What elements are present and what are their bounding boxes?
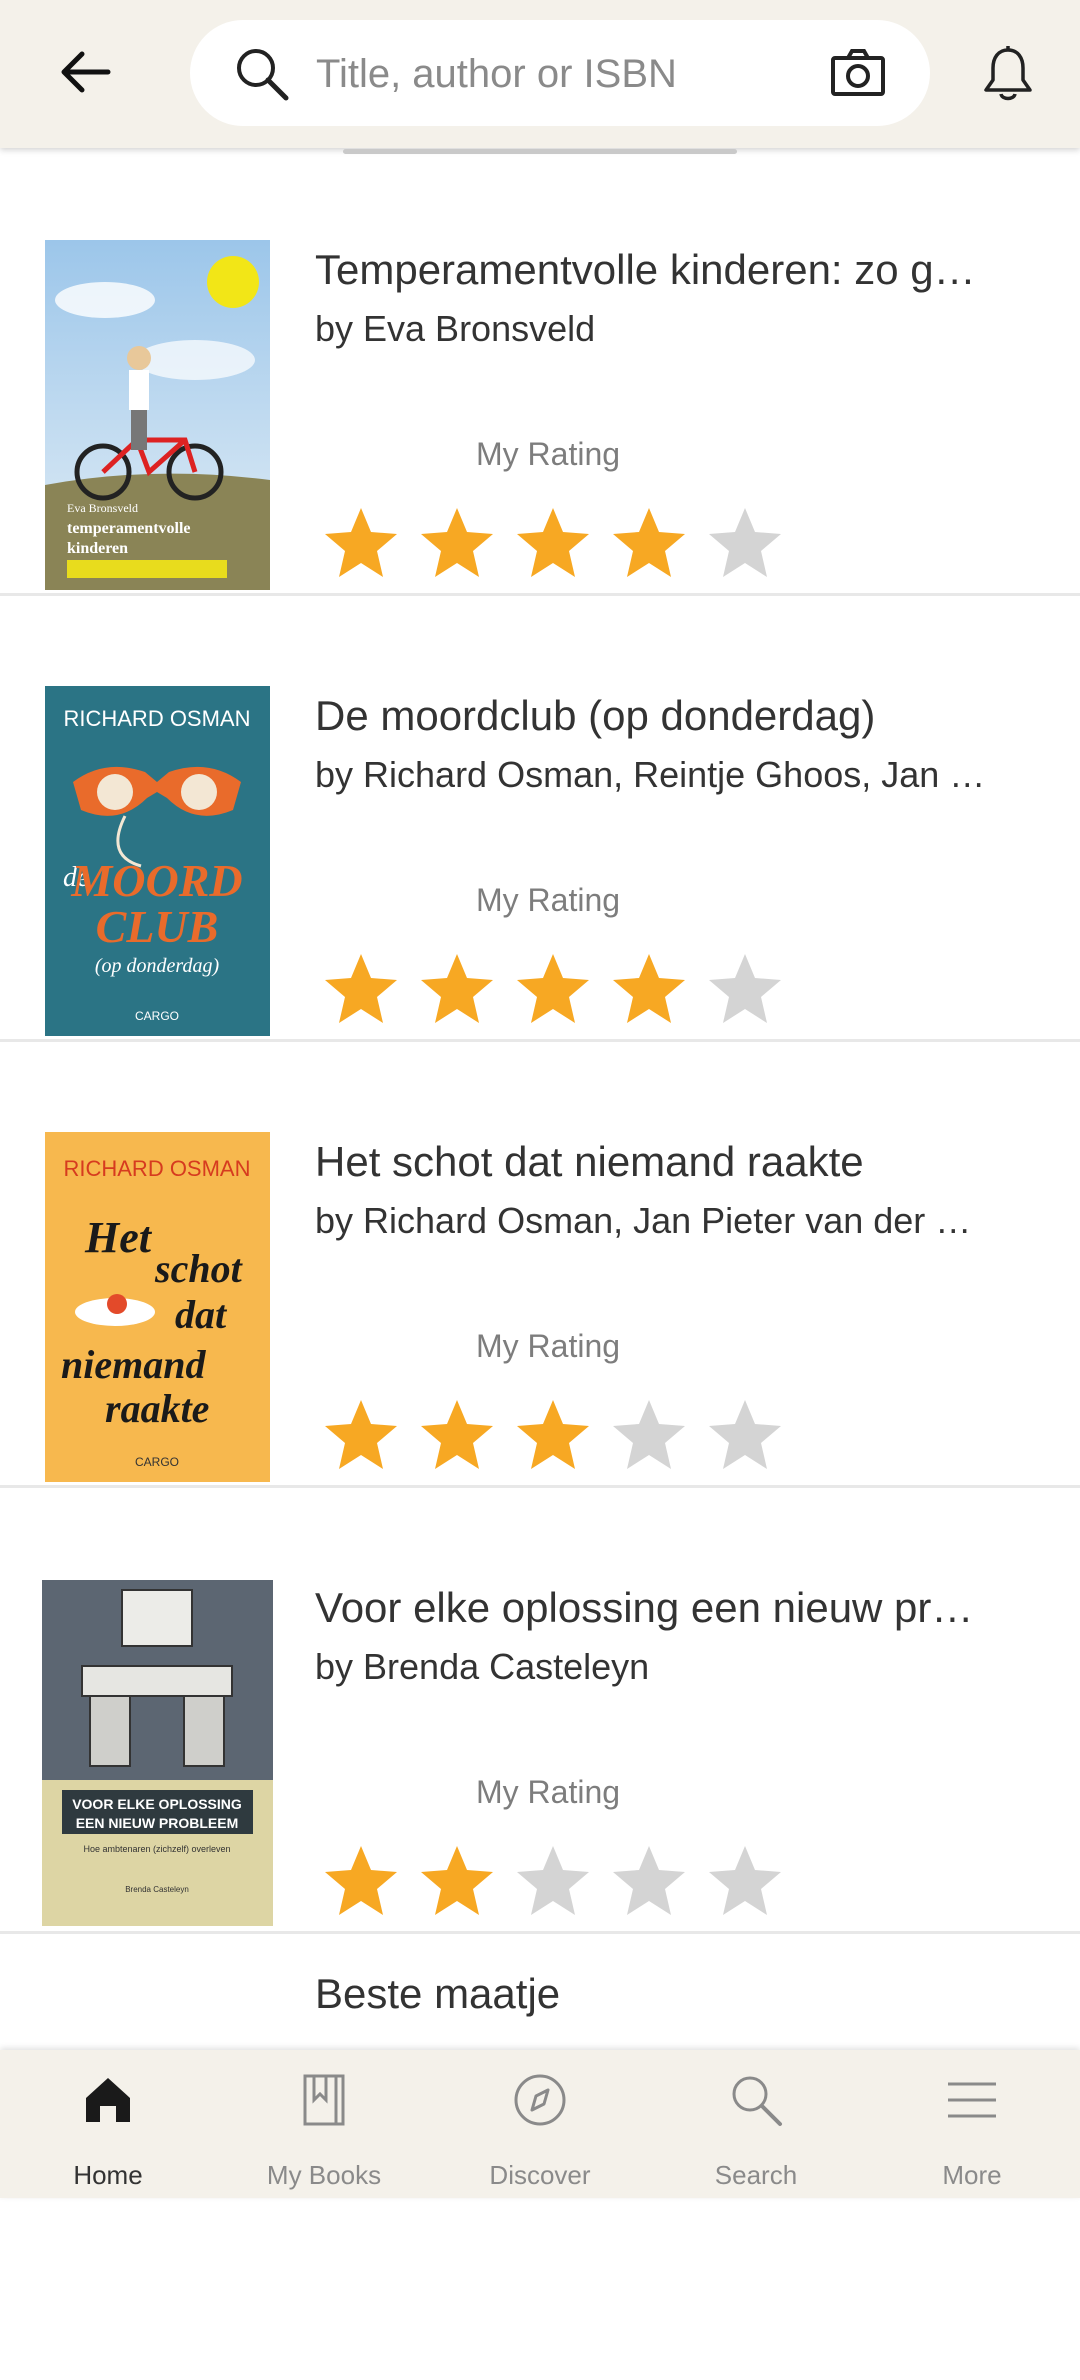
book-author[interactable]: by Richard Osman, Reintje Ghoos, Jan …: [315, 754, 1035, 796]
star-filled-icon[interactable]: [322, 504, 400, 582]
my-rating-label: My Rating: [476, 436, 621, 472]
star-filled-icon[interactable]: [418, 504, 496, 582]
svg-text:VOOR ELKE OPLOSSING: VOOR ELKE OPLOSSING: [72, 1796, 242, 1812]
camera-icon[interactable]: [830, 48, 886, 98]
book-author[interactable]: by Brenda Casteleyn: [315, 1646, 1035, 1688]
book-title[interactable]: Temperamentvolle kinderen: zo g…: [315, 246, 1035, 294]
svg-text:Het: Het: [84, 1213, 153, 1262]
nav-label: More: [942, 2160, 1002, 2190]
book-cover[interactable]: RICHARD OSMAN de MOORD CLUB (op donderda…: [45, 686, 270, 1036]
star-filled-icon[interactable]: [514, 504, 592, 582]
svg-text:temperamentvolle: temperamentvolle: [67, 520, 191, 537]
svg-text:(op donderdag): (op donderdag): [95, 955, 220, 977]
star-filled-icon[interactable]: [322, 1842, 400, 1920]
search-icon: [237, 49, 289, 101]
book-list: Eva Bronsveld temperamentvolle kinderen …: [0, 150, 1080, 2380]
star-empty-icon[interactable]: [610, 1842, 688, 1920]
compass-icon: [514, 2074, 566, 2126]
nav-discover[interactable]: Discover: [432, 2050, 648, 2198]
search-box[interactable]: [190, 20, 930, 126]
back-arrow-icon[interactable]: [52, 40, 116, 104]
star-filled-icon[interactable]: [418, 1842, 496, 1920]
svg-text:Hoe ambtenaren (zichzelf) over: Hoe ambtenaren (zichzelf) overleven: [83, 1844, 230, 1854]
star-rating[interactable]: [322, 1396, 802, 1474]
notification-bell-icon[interactable]: [980, 44, 1036, 104]
my-rating-label: My Rating: [476, 1328, 621, 1364]
nav-my-books[interactable]: My Books: [216, 2050, 432, 2198]
book-row[interactable]: RICHARD OSMAN de MOORD CLUB (op donderda…: [0, 596, 1080, 1042]
cover-text: Eva Bronsveld: [67, 501, 138, 515]
bottom-navigation: Home My Books Discover Search More: [0, 2050, 1080, 2198]
star-empty-icon[interactable]: [706, 1842, 784, 1920]
nav-label: Home: [73, 2160, 143, 2190]
search-icon: [732, 2076, 782, 2126]
star-filled-icon[interactable]: [322, 1396, 400, 1474]
book-cover[interactable]: Eva Bronsveld temperamentvolle kinderen: [45, 240, 270, 590]
svg-text:dat: dat: [175, 1292, 228, 1337]
cover-text: RICHARD OSMAN: [63, 706, 250, 731]
book-author[interactable]: by Richard Osman, Jan Pieter van der …: [315, 1200, 1035, 1242]
star-rating[interactable]: [322, 504, 802, 582]
book-title[interactable]: Voor elke oplossing een nieuw pr…: [315, 1584, 1035, 1632]
svg-text:raakte: raakte: [105, 1386, 209, 1431]
home-icon: [86, 2078, 130, 2122]
star-empty-icon[interactable]: [706, 1396, 784, 1474]
search-input[interactable]: [314, 44, 788, 104]
star-empty-icon[interactable]: [706, 950, 784, 1028]
my-books-icon: [303, 2074, 345, 2126]
book-author[interactable]: by Eva Bronsveld: [315, 308, 1035, 350]
nav-more[interactable]: More: [864, 2050, 1080, 2198]
svg-text:schot: schot: [154, 1246, 244, 1291]
star-empty-icon[interactable]: [514, 1842, 592, 1920]
book-title[interactable]: De moordclub (op donderdag): [315, 692, 1035, 740]
svg-text:EEN NIEUW PROBLEEM: EEN NIEUW PROBLEEM: [76, 1815, 239, 1831]
cover-text: RICHARD OSMAN: [63, 1156, 250, 1181]
my-rating-label: My Rating: [476, 1774, 621, 1810]
star-rating[interactable]: [322, 950, 802, 1028]
star-filled-icon[interactable]: [610, 504, 688, 582]
star-rating[interactable]: [322, 1842, 802, 1920]
scroll-indicator: [343, 149, 737, 154]
svg-text:CARGO: CARGO: [135, 1455, 179, 1469]
svg-text:MOORD: MOORD: [70, 855, 242, 906]
nav-label: Discover: [489, 2160, 591, 2190]
svg-text:Brenda Casteleyn: Brenda Casteleyn: [125, 1885, 189, 1894]
app-header: [0, 0, 1080, 148]
nav-label: Search: [714, 2160, 798, 2190]
book-title[interactable]: Beste maatje: [315, 1970, 560, 2018]
nav-home[interactable]: Home: [0, 2050, 216, 2198]
my-rating-label: My Rating: [476, 882, 621, 918]
svg-text:CLUB: CLUB: [96, 901, 219, 952]
book-row[interactable]: VOOR ELKE OPLOSSING EEN NIEUW PROBLEEM H…: [0, 1488, 1080, 1934]
star-filled-icon[interactable]: [514, 950, 592, 1028]
star-empty-icon[interactable]: [610, 1396, 688, 1474]
menu-icon: [948, 2082, 996, 2118]
star-filled-icon[interactable]: [514, 1396, 592, 1474]
star-filled-icon[interactable]: [610, 950, 688, 1028]
book-title[interactable]: Het schot dat niemand raakte: [315, 1138, 1035, 1186]
star-filled-icon[interactable]: [322, 950, 400, 1028]
nav-search[interactable]: Search: [648, 2050, 864, 2198]
nav-label: My Books: [266, 2160, 382, 2190]
book-cover[interactable]: RICHARD OSMAN Het schot dat niemand raak…: [45, 1132, 270, 1482]
svg-text:CARGO: CARGO: [135, 1009, 179, 1023]
book-row[interactable]: Eva Bronsveld temperamentvolle kinderen …: [0, 150, 1080, 596]
svg-text:niemand: niemand: [61, 1342, 206, 1387]
book-cover[interactable]: VOOR ELKE OPLOSSING EEN NIEUW PROBLEEM H…: [42, 1580, 273, 1926]
star-filled-icon[interactable]: [418, 950, 496, 1028]
book-row[interactable]: RICHARD OSMAN Het schot dat niemand raak…: [0, 1042, 1080, 1488]
star-filled-icon[interactable]: [418, 1396, 496, 1474]
star-empty-icon[interactable]: [706, 504, 784, 582]
svg-text:kinderen: kinderen: [67, 540, 128, 557]
